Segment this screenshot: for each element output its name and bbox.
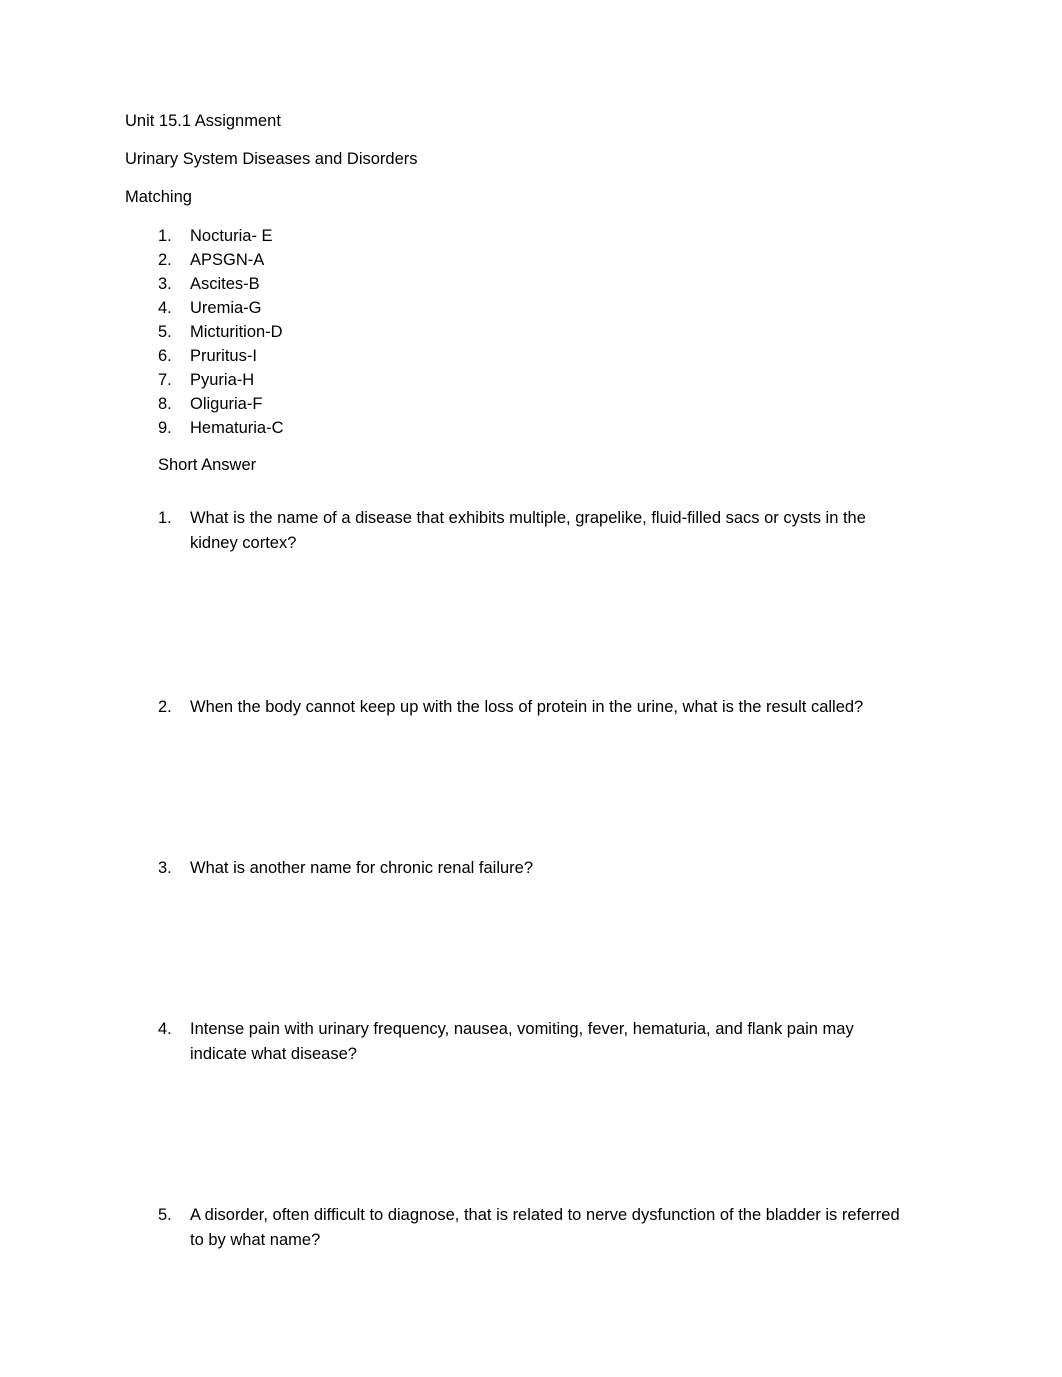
matching-item-label: Pyuria-H: [190, 371, 255, 389]
matching-item-number: 7.: [158, 371, 172, 389]
document-title: Unit 15.1 Assignment: [125, 112, 281, 130]
matching-item-number: 6.: [158, 347, 172, 365]
answer-space: [125, 556, 937, 695]
answer-space: [125, 1067, 937, 1203]
question-text: A disorder, often difficult to diagnose,…: [190, 1206, 900, 1249]
question-number: 4.: [158, 1020, 172, 1038]
matching-item-number: 8.: [158, 395, 172, 413]
matching-item-label: Pruritus-I: [190, 347, 257, 365]
question-number: 5.: [158, 1206, 172, 1224]
document-page: Unit 15.1 Assignment Urinary System Dise…: [0, 0, 1062, 1377]
matching-item-label: Ascites-B: [190, 275, 260, 293]
matching-item: 6. Pruritus-I: [125, 344, 937, 368]
answer-space: [125, 720, 937, 856]
matching-item-number: 2.: [158, 251, 172, 269]
short-answer-heading: Short Answer: [158, 456, 257, 474]
matching-item-label: Uremia-G: [190, 299, 262, 317]
matching-item: 2. APSGN-A: [125, 248, 937, 272]
matching-item: 5. Micturition-D: [125, 320, 937, 344]
matching-item: 4. Uremia-G: [125, 296, 937, 320]
question-text: What is another name for chronic renal f…: [190, 859, 534, 877]
short-answer-question: 2. When the body cannot keep up with the…: [125, 695, 937, 720]
document-subtitle: Urinary System Diseases and Disorders: [125, 150, 418, 168]
short-answer-list: 1. What is the name of a disease that ex…: [125, 506, 937, 1253]
matching-item: 7. Pyuria-H: [125, 368, 937, 392]
matching-section-label: Matching: [125, 188, 192, 206]
matching-item-number: 4.: [158, 299, 172, 317]
matching-item-label: Hematuria-C: [190, 419, 284, 437]
short-answer-question: 5. A disorder, often difficult to diagno…: [125, 1203, 937, 1253]
matching-item-label: Oliguria-F: [190, 395, 263, 413]
short-answer-question: 1. What is the name of a disease that ex…: [125, 506, 937, 556]
short-answer-question: 4. Intense pain with urinary frequency, …: [125, 1017, 937, 1067]
matching-item-label: Nocturia- E: [190, 227, 273, 245]
matching-item-number: 1.: [158, 227, 172, 245]
question-text: When the body cannot keep up with the lo…: [190, 698, 864, 716]
short-answer-question: 3. What is another name for chronic rena…: [125, 856, 937, 881]
matching-item: 1. Nocturia- E: [125, 224, 937, 248]
answer-space: [125, 881, 937, 1017]
matching-item: 9. Hematuria-C: [125, 416, 937, 440]
document-header: Unit 15.1 Assignment Urinary System Dise…: [125, 110, 937, 208]
question-text: Intense pain with urinary frequency, nau…: [190, 1020, 854, 1063]
matching-item: 8. Oliguria-F: [125, 392, 937, 416]
question-number: 1.: [158, 509, 172, 527]
question-number: 3.: [158, 859, 172, 877]
matching-item-label: Micturition-D: [190, 323, 283, 341]
matching-item-number: 5.: [158, 323, 172, 341]
matching-list: 1. Nocturia- E 2. APSGN-A 3. Ascites-B 4…: [125, 224, 937, 440]
matching-item-number: 3.: [158, 275, 172, 293]
matching-item: 3. Ascites-B: [125, 272, 937, 296]
matching-item-number: 9.: [158, 419, 172, 437]
question-text: What is the name of a disease that exhib…: [190, 509, 866, 552]
question-number: 2.: [158, 698, 172, 716]
matching-item-label: APSGN-A: [190, 251, 265, 269]
